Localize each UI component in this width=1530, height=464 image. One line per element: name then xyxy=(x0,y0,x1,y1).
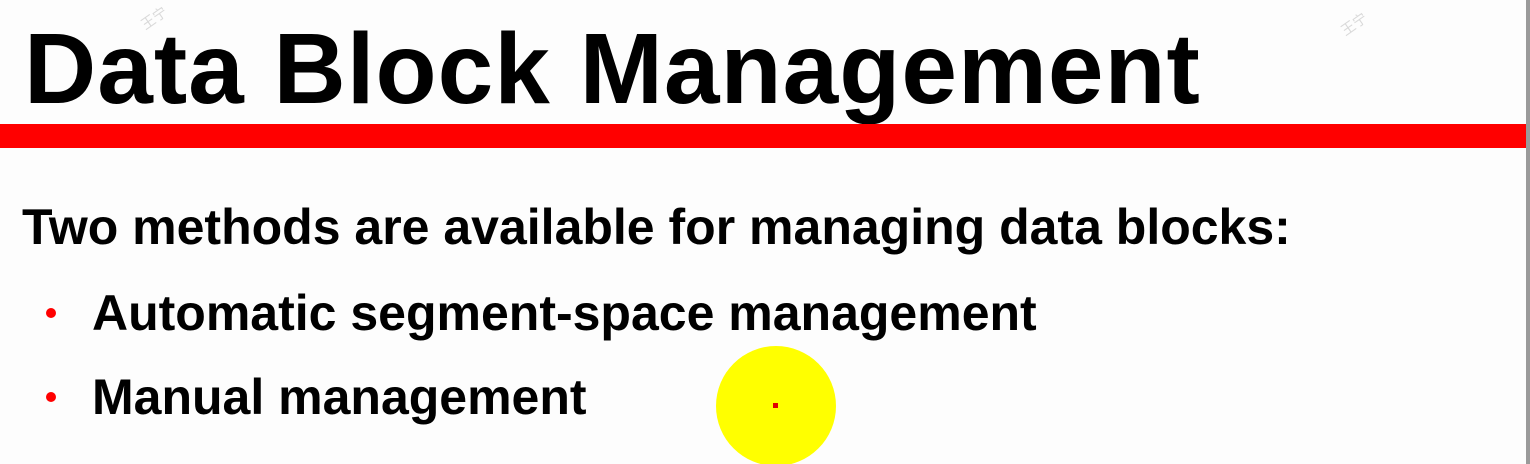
title-divider xyxy=(0,124,1528,148)
slide: 王宁 王宁 Data Block Management Two methods … xyxy=(0,0,1530,464)
bullet-icon xyxy=(46,308,56,318)
window-edge xyxy=(1526,0,1530,464)
pointer-dot-icon xyxy=(773,403,778,408)
watermark: 王宁 xyxy=(1338,10,1371,40)
bullet-text: Manual management xyxy=(92,369,587,425)
slide-title: Data Block Management xyxy=(24,13,1201,125)
intro-text: Two methods are available for managing d… xyxy=(22,199,1291,255)
pointer-highlight xyxy=(716,346,836,464)
bullet-icon xyxy=(46,392,56,402)
bullet-text: Automatic segment-space management xyxy=(92,285,1037,341)
